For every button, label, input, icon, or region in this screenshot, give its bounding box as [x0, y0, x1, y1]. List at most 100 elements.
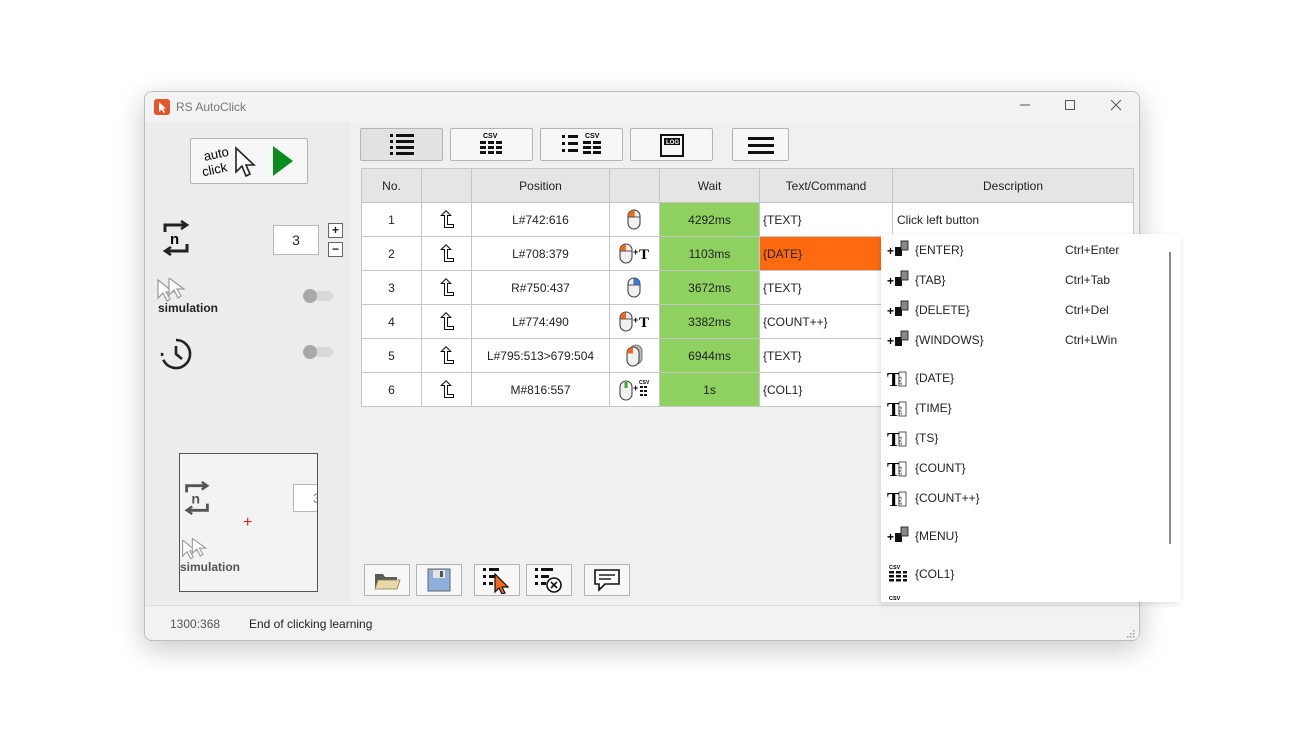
- menu-item-col1[interactable]: CSV {COL1}: [881, 560, 1161, 588]
- table-header: No. Position Wait Text/Command Descripti…: [362, 169, 1134, 203]
- menu-item-date[interactable]: T EXT {DATE}: [881, 364, 1161, 392]
- menu-item-tab[interactable]: + {TAB} Ctrl+Tab: [881, 266, 1161, 294]
- text-ext-icon: T EXT: [887, 457, 909, 481]
- svg-text:EXT: EXT: [898, 437, 903, 446]
- maximize-button[interactable]: [1047, 92, 1093, 122]
- row-position[interactable]: L#795:513>679:504: [472, 339, 610, 373]
- row-position[interactable]: M#816:557: [472, 373, 610, 407]
- menu-item-menu[interactable]: + {MENU}: [881, 522, 1161, 550]
- row-text-command[interactable]: {TEXT}: [760, 203, 893, 237]
- menu-item-label: {TIME}: [915, 401, 952, 415]
- row-position[interactable]: R#750:437: [472, 271, 610, 305]
- menu-item-ts[interactable]: T EXT {TS}: [881, 424, 1161, 452]
- left-mouse-icon[interactable]: [610, 203, 660, 237]
- left-mouse-text-icon[interactable]: + T: [610, 237, 660, 271]
- header-no[interactable]: No.: [362, 169, 422, 203]
- row-wait[interactable]: 3382ms: [660, 305, 760, 339]
- menu-item-delete[interactable]: + {DELETE} Ctrl+Del: [881, 296, 1161, 324]
- open-file-button[interactable]: [364, 564, 410, 596]
- menu-item-count[interactable]: T EXT {COUNT}: [881, 454, 1161, 482]
- row-wait[interactable]: 1103ms: [660, 237, 760, 271]
- table-row[interactable]: 1 L#742:616 4292ms {TEXT} Click left button: [362, 203, 1134, 237]
- folder-open-icon: [374, 574, 401, 590]
- menu-item-label: {ENTER}: [915, 243, 964, 257]
- row-text-command[interactable]: {DATE}: [760, 237, 893, 271]
- row-position[interactable]: L#742:616: [472, 203, 610, 237]
- row-wait[interactable]: 1s: [660, 373, 760, 407]
- header-wait[interactable]: Wait: [660, 169, 760, 203]
- menu-item-enter[interactable]: + {ENTER} Ctrl+Enter: [881, 236, 1161, 264]
- row-text-command[interactable]: {COL1}: [760, 373, 893, 407]
- preview-repeat-icon: n: [184, 481, 210, 515]
- move-up-icon[interactable]: [422, 237, 472, 271]
- row-number: 1: [362, 203, 422, 237]
- header-direction[interactable]: [422, 169, 472, 203]
- row-text-command[interactable]: {TEXT}: [760, 271, 893, 305]
- left-mouse-text-icon[interactable]: + T: [610, 305, 660, 339]
- menu-item-count-plusplus[interactable]: T EXT {COUNT++}: [881, 484, 1161, 512]
- menu-item-label: {COUNT}: [915, 461, 966, 475]
- row-text-command[interactable]: {TEXT}: [760, 339, 893, 373]
- menu-item-time[interactable]: T EXT {TIME}: [881, 394, 1161, 422]
- middle-mouse-csv-icon[interactable]: + CSV: [610, 373, 660, 407]
- menu-button[interactable]: [732, 128, 789, 161]
- key-plus-icon: +: [887, 329, 909, 351]
- menu-item-label: {DATE}: [915, 371, 955, 385]
- row-wait[interactable]: 3672ms: [660, 271, 760, 305]
- autoclick-start-button[interactable]: auto click: [190, 138, 308, 184]
- repeat-count-input[interactable]: 3: [273, 225, 319, 255]
- move-up-icon[interactable]: [422, 305, 472, 339]
- right-mouse-icon[interactable]: [610, 271, 660, 305]
- drag-mouse-icon[interactable]: [610, 339, 660, 373]
- svg-text:CSV: CSV: [889, 596, 901, 602]
- svg-text:n: n: [170, 231, 179, 248]
- header-text-command[interactable]: Text/Command: [760, 169, 893, 203]
- row-text-command[interactable]: {COUNT++}: [760, 305, 893, 339]
- csv-grid-button[interactable]: CSV: [450, 128, 533, 161]
- menu-item-label: {WINDOWS}: [915, 333, 984, 347]
- menu-item-partial[interactable]: CSV: [887, 594, 967, 602]
- command-context-menu: + {ENTER} Ctrl+Enter + {TAB} Ctrl+Tab + {DELETE…: [881, 234, 1181, 602]
- header-description[interactable]: Description: [893, 169, 1134, 203]
- minimize-button[interactable]: [1002, 92, 1048, 122]
- list-view-button[interactable]: [360, 128, 443, 161]
- header-action[interactable]: [610, 169, 660, 203]
- timer-toggle[interactable]: [303, 345, 333, 359]
- text-ext-icon: T EXT: [887, 367, 909, 391]
- row-description[interactable]: Click left button: [893, 203, 1134, 237]
- increment-button[interactable]: +: [328, 223, 343, 238]
- close-button[interactable]: [1093, 92, 1139, 122]
- list-cursor-icon: [483, 568, 510, 594]
- row-position[interactable]: L#708:379: [472, 237, 610, 271]
- preview-target-marker: +: [243, 514, 253, 531]
- save-file-button[interactable]: [416, 564, 462, 596]
- menu-item-label: {TAB}: [915, 273, 946, 287]
- clear-list-button[interactable]: [526, 564, 572, 596]
- comment-button[interactable]: [584, 564, 630, 596]
- resize-grip-icon[interactable]: [1125, 628, 1135, 638]
- log-button[interactable]: LOG: [630, 128, 713, 161]
- row-number: 6: [362, 373, 422, 407]
- move-up-icon[interactable]: [422, 271, 472, 305]
- csv-grid-icon: CSV: [479, 133, 502, 154]
- menu-item-windows[interactable]: + {WINDOWS} Ctrl+LWin: [881, 326, 1161, 354]
- menu-item-label: {TS}: [915, 431, 939, 445]
- row-wait[interactable]: 6944ms: [660, 339, 760, 373]
- svg-text:LOG: LOG: [666, 140, 679, 146]
- svg-text:+: +: [887, 274, 894, 288]
- move-up-icon[interactable]: [422, 203, 472, 237]
- list-csv-button[interactable]: CSV: [540, 128, 623, 161]
- header-position[interactable]: Position: [472, 169, 610, 203]
- svg-text:+: +: [633, 247, 638, 257]
- simulation-toggle[interactable]: [303, 289, 333, 303]
- row-position[interactable]: L#774:490: [472, 305, 610, 339]
- simulation-label: simulation: [158, 301, 219, 315]
- decrement-button[interactable]: −: [328, 242, 343, 257]
- menu-item-shortcut: Ctrl+Tab: [1065, 273, 1111, 287]
- move-up-icon[interactable]: [422, 339, 472, 373]
- row-wait[interactable]: 4292ms: [660, 203, 760, 237]
- record-clicks-button[interactable]: [474, 564, 520, 596]
- menu-scrollbar[interactable]: [1169, 252, 1171, 544]
- move-up-icon[interactable]: [422, 373, 472, 407]
- svg-text:CSV: CSV: [483, 133, 498, 140]
